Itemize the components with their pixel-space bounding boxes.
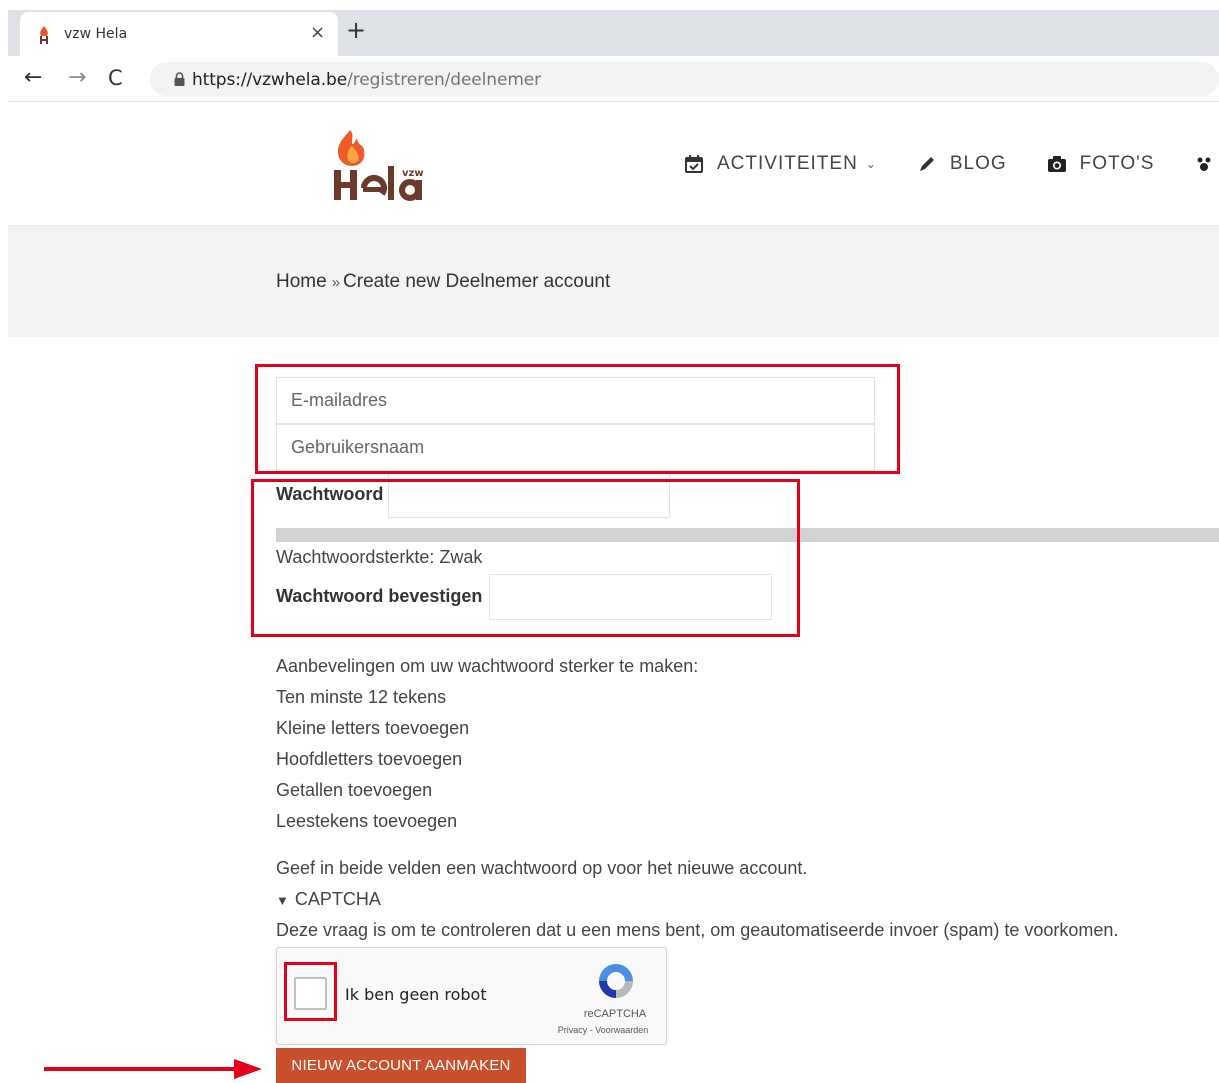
username-field[interactable] [276,424,875,471]
recommendation-item: Leestekens toevoegen [276,811,458,831]
site-logo[interactable]: vzw [330,124,430,202]
site-favicon-icon [40,26,48,44]
pencil-icon [919,157,934,171]
nav-label-fotos: FOTO'S [1079,153,1155,174]
captcha-description: Deze vraag is om te controleren dat u ee… [276,920,1119,940]
confirm-password-label: Wachtwoord bevestigen [276,586,483,606]
create-account-button[interactable]: NIEUW ACCOUNT AANMAKEN [276,1048,526,1083]
username-input[interactable] [277,425,874,470]
red-arrow-icon [44,1059,262,1079]
url-host: https://vzwhela.be [192,70,348,90]
camera-icon [1047,156,1066,172]
recaptcha-label: Ik ben geen robot [345,985,487,1004]
recommendation-item: Getallen toevoegen [276,780,433,800]
lock-icon [174,72,185,86]
captcha-toggle[interactable]: ▼ CAPTCHA [276,889,381,910]
password-input[interactable] [388,473,670,518]
recaptcha-checkbox[interactable] [294,977,327,1010]
breadcrumb-home-link[interactable]: Home [276,271,327,292]
recommendations-title: Aanbevelingen om uw wachtwoord sterker t… [276,656,699,676]
email-field[interactable] [276,377,875,424]
logo-suffix: vzw [402,168,424,179]
recommendation-item: Ten minste 12 tekens [276,687,447,707]
browser-tab[interactable]: vzw Hela × [20,12,338,56]
tab-title: vzw Hela [64,26,128,42]
password-strength-text: Wachtwoordsterkte: Zwak [276,547,483,567]
paw-icon [1197,157,1211,171]
nav-item-more[interactable] [1194,152,1219,176]
forward-arrow-icon[interactable]: → [68,65,86,91]
url-text: https://vzwhela.be/registreren/deelnemer [192,70,541,90]
tab-close-icon[interactable]: × [310,22,325,43]
browser-tabstrip: vzw Hela × + [8,10,1219,56]
recommendation-item: Hoofdletters toevoegen [276,749,463,769]
confirm-password-input[interactable] [489,574,772,620]
recommendation-item: Kleine letters toevoegen [276,718,470,738]
recaptcha-widget: Ik ben geen robot reCAPTCHA Privacy - Vo… [276,947,667,1045]
breadcrumb-separator: » [331,274,341,291]
nav-item-fotos[interactable]: FOTO'S [1047,152,1155,176]
breadcrumb-current: Create new Deelnemer account [343,271,611,292]
nav-label-activiteiten: ACTIVITEITEN [717,153,858,174]
reload-icon[interactable]: C [108,65,123,91]
browser-toolbar: ← → C https://vzwhela.be/registreren/dee… [8,56,1219,102]
email-input[interactable] [277,378,874,423]
triangle-down-icon: ▼ [276,893,289,908]
nav-item-activiteiten[interactable]: ACTIVITEITEN ⌄ [684,152,877,176]
password-strength-bar [276,528,1219,542]
nav-item-blog[interactable]: BLOG [917,152,1007,176]
new-tab-button[interactable]: + [346,16,366,44]
back-arrow-icon[interactable]: ← [24,65,42,91]
password-recommendations: Aanbevelingen om uw wachtwoord sterker t… [276,655,698,841]
address-bar[interactable]: https://vzwhela.be/registreren/deelnemer [150,62,1219,96]
calendar-check-icon [685,155,703,173]
captcha-toggle-label: CAPTCHA [294,889,381,909]
url-path: /registreren/deelnemer [347,70,542,90]
password-help-text: Geef in beide velden een wachtwoord op v… [276,858,808,878]
chevron-down-icon: ⌄ [865,157,877,171]
recaptcha-logo-icon [599,964,633,998]
nav-label-blog: BLOG [949,153,1007,174]
main-navigation: ACTIVITEITEN ⌄ BLOG FOTO'S [684,152,1219,176]
recaptcha-links[interactable]: Privacy - Voorwaarden [543,1025,663,1035]
breadcrumb-band: Home» Create new Deelnemer account [8,225,1219,337]
recaptcha-brand: reCAPTCHA [583,1008,647,1020]
breadcrumb: Home» Create new Deelnemer account [276,271,610,293]
password-label: Wachtwoord [276,484,384,504]
